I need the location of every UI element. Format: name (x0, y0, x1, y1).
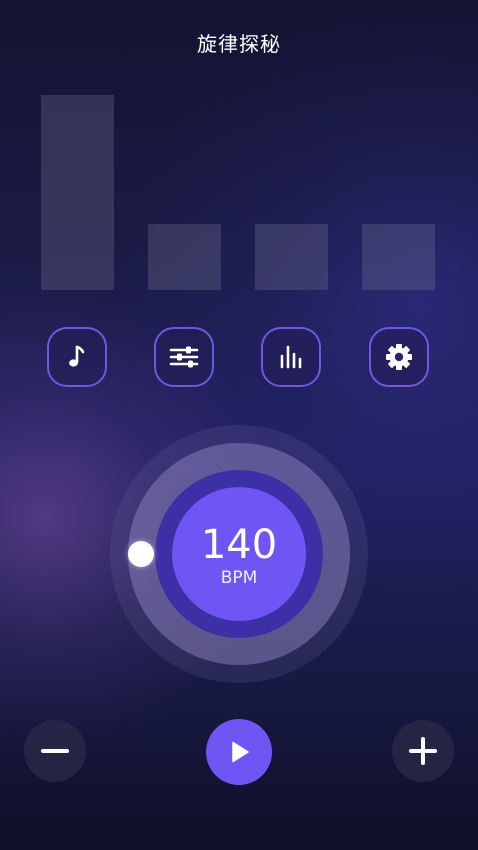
bpm-value: 140 (200, 522, 278, 568)
minus-icon (41, 749, 69, 753)
level-bars (0, 0, 478, 300)
sliders-icon (169, 346, 199, 368)
decrease-tempo-button[interactable] (24, 720, 86, 782)
equalizer-button[interactable] (261, 327, 321, 387)
music-note-button[interactable] (47, 327, 107, 387)
level-bar-4 (362, 224, 435, 290)
sliders-button[interactable] (154, 327, 214, 387)
gear-icon (386, 344, 412, 370)
equalizer-icon (280, 345, 302, 369)
level-bar-3 (255, 224, 328, 290)
level-bar-1 (41, 95, 114, 290)
plus-icon (409, 737, 437, 765)
dial-knob-handle[interactable] (128, 541, 154, 567)
play-icon (232, 741, 249, 763)
bpm-display: 140 BPM (172, 487, 306, 621)
screen: 旋律探秘 140 BPM (0, 0, 478, 850)
music-note-icon (69, 345, 85, 367)
level-bar-2 (148, 224, 221, 290)
bpm-unit-label: BPM (220, 568, 258, 588)
play-button[interactable] (206, 719, 272, 785)
increase-tempo-button[interactable] (392, 720, 454, 782)
settings-button[interactable] (369, 327, 429, 387)
